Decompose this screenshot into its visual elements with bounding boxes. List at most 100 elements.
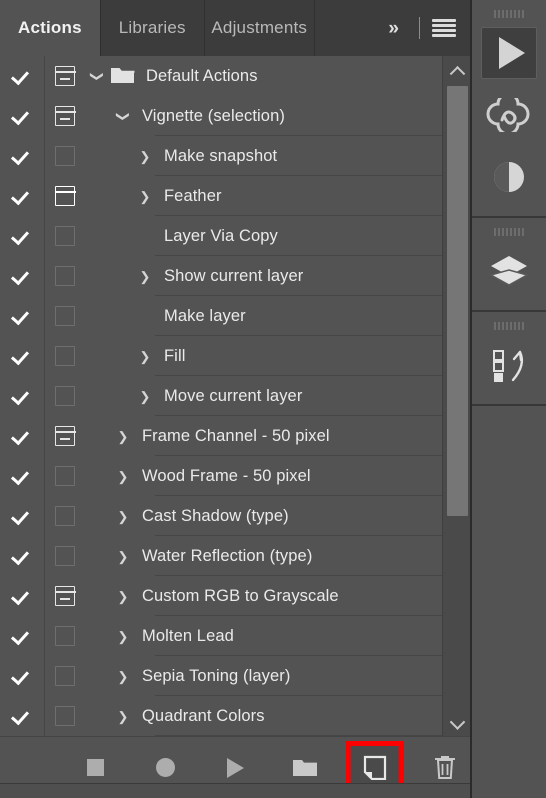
tab-actions-label: Actions — [18, 18, 82, 37]
action-toggle-checkbox[interactable] — [0, 267, 44, 285]
action-toggle-checkbox[interactable] — [0, 307, 44, 325]
rail-item-adjustments[interactable] — [472, 146, 546, 208]
action-toggle-checkbox[interactable] — [0, 227, 44, 245]
action-row[interactable]: Feather — [0, 176, 442, 216]
checkmark-icon — [13, 187, 31, 205]
half-circle-icon — [494, 162, 524, 192]
action-row[interactable]: Make layer — [0, 296, 442, 336]
action-toggle-checkbox[interactable] — [0, 667, 44, 685]
rail-item-layers[interactable] — [472, 240, 546, 302]
action-row[interactable]: Move current layer — [0, 376, 442, 416]
action-row[interactable]: Molten Lead — [0, 616, 442, 656]
action-row-label: Make layer — [164, 306, 246, 325]
expand-chevron-right-icon[interactable] — [112, 469, 134, 484]
dialog-toggle-box[interactable] — [44, 586, 86, 606]
tab-adjustments[interactable]: Adjustments — [205, 0, 315, 56]
panel-dock-rail — [472, 0, 546, 798]
dialog-toggle-icon — [55, 466, 75, 486]
action-toggle-checkbox[interactable] — [0, 587, 44, 605]
dialog-toggle-box[interactable] — [44, 466, 86, 486]
expand-chevron-right-icon[interactable] — [134, 149, 156, 164]
rail-grip-icon-3[interactable] — [472, 312, 546, 334]
expand-chevron-right-icon[interactable] — [112, 709, 134, 724]
expand-chevron-right-icon[interactable] — [134, 189, 156, 204]
expand-chevron-down-icon[interactable] — [86, 69, 108, 84]
dialog-toggle-box[interactable] — [44, 306, 86, 326]
expand-chevron-right-icon[interactable] — [112, 429, 134, 444]
action-toggle-checkbox[interactable] — [0, 187, 44, 205]
expand-chevron-down-icon[interactable] — [112, 109, 134, 124]
dialog-toggle-box[interactable] — [44, 146, 86, 166]
rail-grip-icon[interactable] — [472, 0, 546, 22]
rail-item-creative-cloud[interactable] — [472, 84, 546, 146]
expand-chevron-right-icon[interactable] — [112, 669, 134, 684]
dialog-toggle-box[interactable] — [44, 346, 86, 366]
checkmark-icon — [13, 387, 31, 405]
dialog-toggle-box[interactable] — [44, 266, 86, 286]
hamburger-menu-icon[interactable] — [432, 19, 456, 37]
action-row[interactable]: Custom RGB to Grayscale — [0, 576, 442, 616]
action-row-label: Fill — [164, 346, 186, 365]
overflow-chevron-icon[interactable]: » — [376, 19, 411, 38]
expand-chevron-right-icon[interactable] — [112, 589, 134, 604]
action-row[interactable]: Layer Via Copy — [0, 216, 442, 256]
action-toggle-checkbox[interactable] — [0, 347, 44, 365]
expand-chevron-right-icon[interactable] — [134, 269, 156, 284]
expand-chevron-right-icon[interactable] — [112, 509, 134, 524]
dialog-toggle-box[interactable] — [44, 426, 86, 446]
expand-chevron-right-icon[interactable] — [112, 549, 134, 564]
dialog-toggle-box[interactable] — [44, 186, 86, 206]
vertical-scrollbar[interactable] — [442, 56, 470, 736]
dialog-toggle-box[interactable] — [44, 386, 86, 406]
checkmark-icon — [13, 507, 31, 525]
action-toggle-checkbox[interactable] — [0, 387, 44, 405]
action-toggle-checkbox[interactable] — [0, 707, 44, 725]
dialog-toggle-icon — [55, 146, 75, 166]
action-toggle-checkbox[interactable] — [0, 147, 44, 165]
action-row[interactable]: Quadrant Colors — [0, 696, 442, 736]
checkmark-icon — [13, 107, 31, 125]
dialog-toggle-box[interactable] — [44, 506, 86, 526]
expand-chevron-right-icon[interactable] — [134, 349, 156, 364]
action-row[interactable]: Make snapshot — [0, 136, 442, 176]
scroll-up-button[interactable] — [443, 58, 470, 82]
expand-chevron-right-icon[interactable] — [112, 629, 134, 644]
dialog-toggle-box[interactable] — [44, 226, 86, 246]
action-row[interactable]: Water Reflection (type) — [0, 536, 442, 576]
action-toggle-checkbox[interactable] — [0, 467, 44, 485]
dialog-toggle-icon — [54, 186, 76, 206]
actions-list[interactable]: Default Actions Vignette (selection) Make … — [0, 56, 442, 736]
expand-chevron-right-icon[interactable] — [134, 389, 156, 404]
dialog-toggle-box[interactable] — [44, 66, 86, 86]
action-row[interactable]: Vignette (selection) — [0, 96, 442, 136]
action-row[interactable]: Default Actions — [0, 56, 442, 96]
checkmark-icon — [13, 627, 31, 645]
tab-actions[interactable]: Actions — [0, 0, 101, 56]
rail-grip-icon-2[interactable] — [472, 218, 546, 240]
actions-squares-arrow-icon — [493, 350, 524, 382]
action-toggle-checkbox[interactable] — [0, 107, 44, 125]
scrollbar-thumb[interactable] — [447, 86, 468, 516]
dialog-toggle-box[interactable] — [44, 106, 86, 126]
action-row[interactable]: Frame Channel - 50 pixel — [0, 416, 442, 456]
action-row[interactable]: Sepia Toning (layer) — [0, 656, 442, 696]
action-toggle-checkbox[interactable] — [0, 427, 44, 445]
rail-item-actions-panel[interactable] — [472, 334, 546, 396]
dialog-toggle-box[interactable] — [44, 666, 86, 686]
action-row[interactable]: Fill — [0, 336, 442, 376]
action-toggle-checkbox[interactable] — [0, 507, 44, 525]
dialog-toggle-box[interactable] — [44, 706, 86, 726]
creative-cloud-icon — [486, 98, 530, 132]
tab-libraries[interactable]: Libraries — [101, 0, 205, 56]
dialog-toggle-box[interactable] — [44, 546, 86, 566]
action-toggle-checkbox[interactable] — [0, 547, 44, 565]
action-row[interactable]: Show current layer — [0, 256, 442, 296]
scroll-down-button[interactable] — [443, 712, 470, 734]
action-toggle-checkbox[interactable] — [0, 627, 44, 645]
rail-item-actions-play[interactable] — [472, 22, 546, 84]
action-row[interactable]: Cast Shadow (type) — [0, 496, 442, 536]
action-row[interactable]: Wood Frame - 50 pixel — [0, 456, 442, 496]
checkmark-icon — [13, 427, 31, 445]
action-toggle-checkbox[interactable] — [0, 67, 44, 85]
dialog-toggle-box[interactable] — [44, 626, 86, 646]
